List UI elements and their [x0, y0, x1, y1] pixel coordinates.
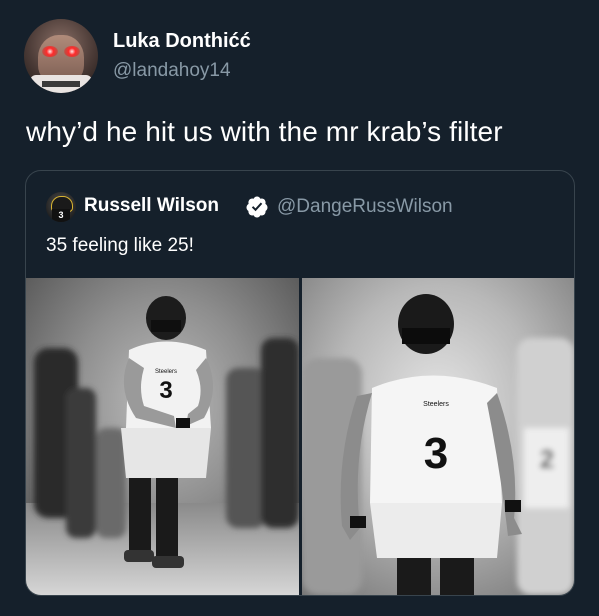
svg-text:3: 3 — [159, 377, 172, 404]
svg-text:3: 3 — [424, 429, 448, 478]
tweet-photo-1[interactable]: 3 Steelers — [26, 278, 299, 595]
tweet-photo-2[interactable]: 2 Steelers 3 — [302, 278, 574, 595]
tweet-page: Luka Donthićć @landahoy14 why’d he hit u… — [0, 0, 599, 616]
svg-text:2: 2 — [540, 444, 554, 474]
quoted-tweet-text: 35 feeling like 25! — [46, 235, 194, 256]
display-name[interactable]: Luka Donthićć — [113, 30, 251, 53]
avatar-shirt — [30, 75, 92, 93]
quoted-tweet-card[interactable]: 3 Russell Wilson @DangeRussWilson 35 fee… — [25, 170, 575, 596]
svg-text:Steelers: Steelers — [155, 369, 177, 375]
laser-eye-right-icon — [64, 46, 80, 57]
verified-badge-icon — [246, 196, 268, 218]
quoted-user-handle[interactable]: @DangeRussWilson — [277, 196, 453, 218]
svg-text:Steelers: Steelers — [423, 401, 449, 408]
user-handle[interactable]: @landahoy14 — [113, 60, 231, 82]
laser-eye-left-icon — [42, 46, 58, 57]
quoted-user-avatar[interactable]: 3 — [46, 192, 76, 222]
quoted-display-name[interactable]: Russell Wilson — [84, 195, 219, 217]
user-avatar[interactable] — [24, 19, 98, 93]
tweet-text: why’d he hit us with the mr krab’s filte… — [26, 116, 503, 147]
